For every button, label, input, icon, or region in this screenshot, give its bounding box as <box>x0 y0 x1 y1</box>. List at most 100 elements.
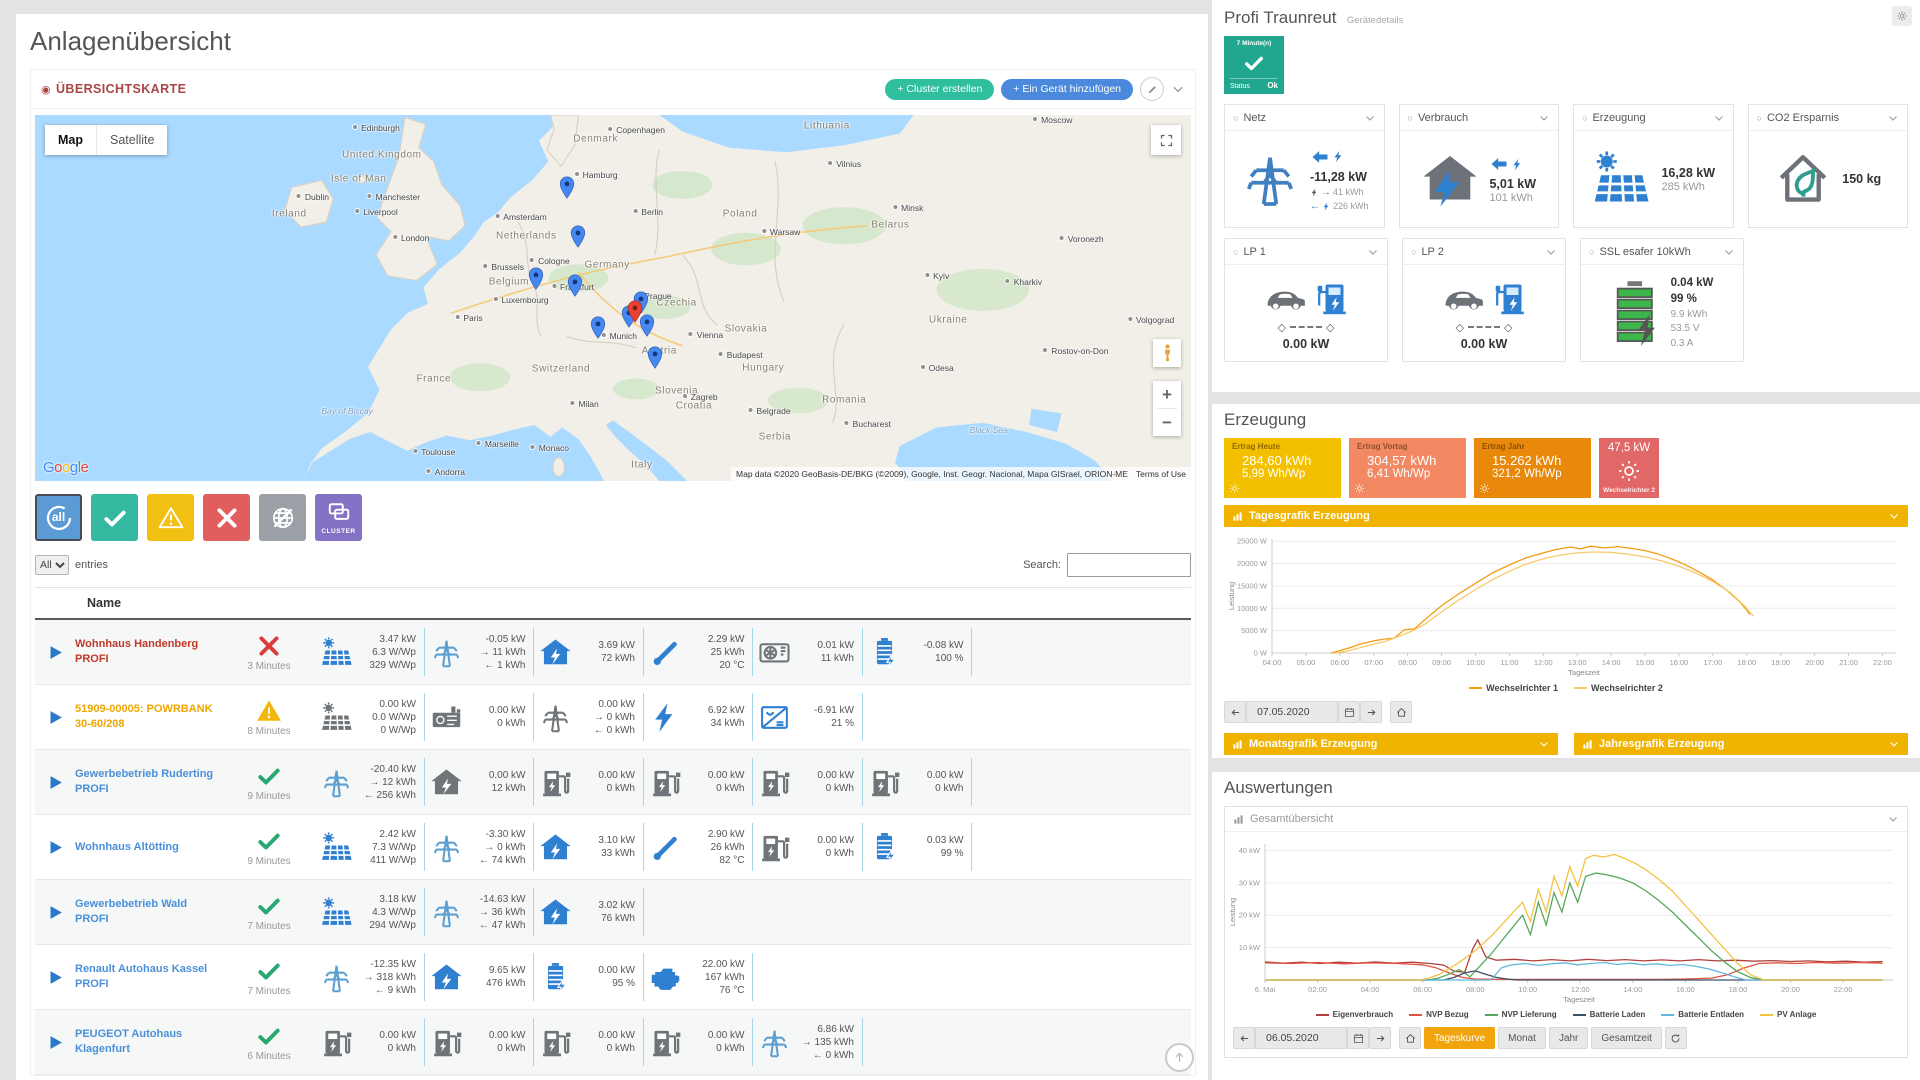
next-day-button[interactable] <box>1360 701 1382 723</box>
tile-collapse-button[interactable] <box>1367 246 1379 258</box>
svg-text:14:00: 14:00 <box>1602 658 1621 667</box>
range-button-tageskurve[interactable]: Tageskurve <box>1424 1027 1495 1049</box>
map-pin-blue[interactable] <box>559 176 575 199</box>
status-dot-icon: ○ <box>1589 247 1594 257</box>
plant-name[interactable]: Wohnhaus Altötting <box>75 815 223 879</box>
range-button-gesamtzeit[interactable]: Gesamtzeit <box>1591 1027 1662 1049</box>
device-values: 9.65 kW476 kWh <box>470 964 526 990</box>
plant-name[interactable]: 51909-00005: POWRBANK 30-60/208 <box>75 685 223 749</box>
create-cluster-button[interactable]: + Cluster erstellen <box>885 79 994 100</box>
table-row[interactable]: Renault Autohaus Kassel PROFI7 Minutes-1… <box>35 945 1191 1010</box>
map-type-map-button[interactable]: Map <box>45 125 96 155</box>
device-cell-pylon: -3.30 kW→ 0 kWh← 74 kWh <box>425 815 535 879</box>
refresh-button[interactable] <box>1665 1027 1687 1049</box>
plant-name[interactable]: PEUGEOT Autohaus Klagenfurt <box>75 1010 223 1074</box>
status-dot-icon: ○ <box>1408 113 1413 123</box>
table-row[interactable]: Wohnhaus Altötting9 Minutes2.42 kW7.3 W/… <box>35 815 1191 880</box>
play-button[interactable] <box>47 644 64 661</box>
arrow-right-icon <box>1375 1033 1386 1044</box>
prev-day-button[interactable] <box>1233 1027 1255 1049</box>
map-pin-red[interactable] <box>627 300 643 323</box>
table-row[interactable]: Gewerbebetrieb Wald PROFI7 Minutes3.18 k… <box>35 880 1191 945</box>
plant-status: 7 Minutes <box>223 945 315 1009</box>
map-pin-blue[interactable] <box>570 225 586 248</box>
google-logo: Google <box>43 459 88 476</box>
map-label: Brussels <box>482 262 524 272</box>
collapse-panel-button[interactable] <box>1887 813 1899 825</box>
map-label: Ireland <box>272 208 307 219</box>
calendar-button[interactable] <box>1338 701 1360 723</box>
next-day-button[interactable] <box>1369 1027 1391 1049</box>
play-button[interactable] <box>47 839 64 856</box>
play-button[interactable] <box>47 1034 64 1051</box>
today-button[interactable] <box>1390 701 1412 723</box>
solar-icon <box>320 896 353 929</box>
erzeugung-section: Erzeugung Ertrag Heute284,60 kWh5,99 Wh/… <box>1212 404 1920 758</box>
date-field[interactable]: 06.05.2020 <box>1255 1027 1347 1049</box>
table-row[interactable]: Gewerbebetrieb Ruderting PROFI9 Minutes-… <box>35 750 1191 815</box>
map-pin-blue[interactable] <box>528 267 544 290</box>
filter-warning[interactable] <box>147 494 194 541</box>
plant-name[interactable]: Gewerbebetrieb Ruderting PROFI <box>75 750 223 814</box>
pylon-icon <box>758 1026 791 1059</box>
map-label: Bay of Biscay <box>321 406 373 416</box>
filter-ok[interactable] <box>91 494 138 541</box>
table-row[interactable]: 51909-00005: POWRBANK 30-60/2088 Minutes… <box>35 685 1191 750</box>
filter-all[interactable]: all <box>35 494 82 541</box>
map-pin-blue[interactable] <box>567 274 583 297</box>
terms-of-use-link[interactable]: Terms of Use <box>1136 469 1186 479</box>
tile-collapse-button[interactable] <box>1538 112 1550 124</box>
month-graph-bar[interactable]: Monatsgrafik Erzeugung <box>1224 733 1558 755</box>
day-graph-bar[interactable]: Tagesgrafik Erzeugung <box>1224 505 1908 527</box>
house-icon <box>539 831 572 864</box>
plant-name[interactable]: Gewerbebetrieb Wald PROFI <box>75 880 223 944</box>
edit-button[interactable] <box>1140 77 1164 101</box>
settings-button[interactable] <box>1892 6 1912 26</box>
range-button-monat[interactable]: Monat <box>1498 1027 1546 1049</box>
add-device-button[interactable]: + Ein Gerät hinzufügen <box>1001 79 1133 100</box>
map-type-satellite-button[interactable]: Satellite <box>97 125 167 155</box>
date-field[interactable]: 07.05.2020 <box>1246 701 1338 723</box>
zoom-in-button[interactable]: + <box>1153 381 1181 408</box>
tile-collapse-button[interactable] <box>1713 112 1725 124</box>
zoom-out-button[interactable]: − <box>1153 409 1181 436</box>
map-pin-blue[interactable] <box>590 316 606 339</box>
filter-error[interactable] <box>203 494 250 541</box>
entries-select[interactable]: All <box>35 555 69 575</box>
device-values: 2.42 kW7.3 W/Wp411 W/Wp <box>360 828 416 867</box>
tile-collapse-button[interactable] <box>1364 112 1376 124</box>
europe-map[interactable]: United KingdomIrelandFranceGermanyPoland… <box>35 115 1191 481</box>
collapse-map-button[interactable] <box>1171 82 1185 96</box>
filter-offline[interactable] <box>259 494 306 541</box>
device-cell-charger: 0.00 kW0 kWh <box>315 1010 425 1074</box>
table-row[interactable]: Wohnhaus Handenberg PROFI3 Minutes3.47 k… <box>35 620 1191 685</box>
plant-name[interactable]: Renault Autohaus Kassel PROFI <box>75 945 223 1009</box>
tile-collapse-button[interactable] <box>1887 112 1899 124</box>
calendar-button[interactable] <box>1347 1027 1369 1049</box>
today-button[interactable] <box>1399 1027 1421 1049</box>
device-cell-rod: 2.29 kW25 kWh20 °C <box>644 620 754 684</box>
play-button[interactable] <box>47 774 64 791</box>
play-button[interactable] <box>47 904 64 921</box>
tile-collapse-button[interactable] <box>1723 246 1735 258</box>
pylon-icon <box>539 701 572 734</box>
play-button[interactable] <box>47 709 64 726</box>
map-label: Andorra <box>426 467 465 477</box>
scroll-to-top-button[interactable] <box>1165 1043 1194 1072</box>
search-input[interactable] <box>1067 553 1191 577</box>
play-button[interactable] <box>47 969 64 986</box>
filter-cluster[interactable]: CLUSTER <box>315 494 362 541</box>
map-pin-blue[interactable] <box>647 346 663 369</box>
ertrag-value: 284,60 kWh <box>1242 453 1333 468</box>
tile-collapse-button[interactable] <box>1545 246 1557 258</box>
svg-text:Leistung: Leistung <box>1227 582 1236 610</box>
prev-day-button[interactable] <box>1224 701 1246 723</box>
map-label: London <box>392 233 429 243</box>
year-graph-bar[interactable]: Jahresgrafik Erzeugung <box>1574 733 1908 755</box>
range-button-jahr[interactable]: Jahr <box>1549 1027 1588 1049</box>
street-view-pegman[interactable] <box>1153 339 1181 367</box>
table-row[interactable]: PEUGEOT Autohaus Klagenfurt6 Minutes0.00… <box>35 1010 1191 1075</box>
map-fullscreen-button[interactable] <box>1151 125 1181 155</box>
calendar-icon <box>1344 707 1355 718</box>
plant-name[interactable]: Wohnhaus Handenberg PROFI <box>75 620 223 684</box>
